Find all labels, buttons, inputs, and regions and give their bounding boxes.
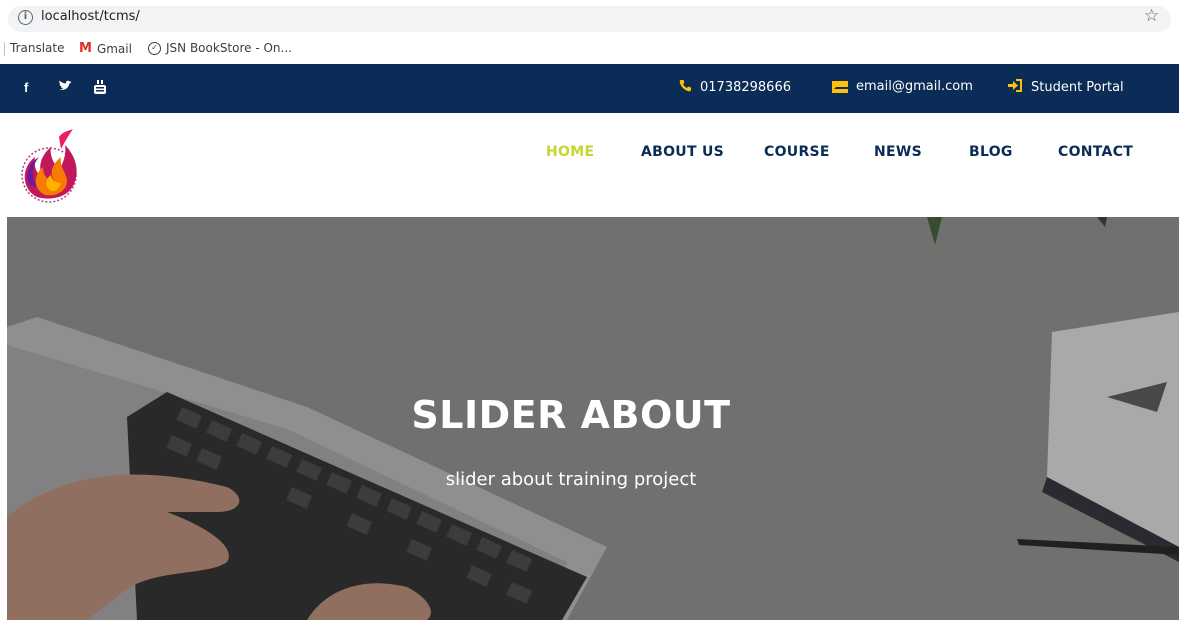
bookmark-label: Translate <box>10 41 65 55</box>
youtube-icon[interactable] <box>94 80 106 97</box>
envelope-icon <box>832 80 850 93</box>
bookmark-label: Gmail <box>96 41 132 56</box>
bookmark-label: JSN BookStore - On... <box>166 41 292 55</box>
url-text[interactable]: localhost/tcms/ <box>41 9 140 24</box>
hero-slider: SLIDER ABOUT slider about training proje… <box>7 217 1179 620</box>
facebook-icon[interactable]: f <box>24 80 28 95</box>
phone-contact[interactable]: 01738298666 <box>679 79 791 96</box>
nav-contact[interactable]: CONTACT <box>1058 144 1133 160</box>
nav-home[interactable]: HOME <box>546 144 594 160</box>
address-bar[interactable] <box>8 6 1171 32</box>
email-address: email@gmail.com <box>856 79 973 94</box>
nav-news[interactable]: NEWS <box>874 144 922 160</box>
bookmark-divider <box>4 42 5 56</box>
info-icon[interactable]: i <box>18 10 33 25</box>
bookmarks-bar: Translate M Gmail ✓ JSN BookStore - On..… <box>0 34 1179 64</box>
gmail-icon: M <box>79 41 92 56</box>
nav-about-us[interactable]: ABOUT US <box>641 144 724 160</box>
phone-number: 01738298666 <box>700 80 791 95</box>
sign-in-icon <box>1008 79 1023 96</box>
hero-subtitle: slider about training project <box>445 469 697 490</box>
site-logo[interactable] <box>15 127 87 205</box>
phone-icon <box>679 79 692 96</box>
star-icon[interactable]: ☆ <box>1144 6 1159 26</box>
bookmark-jsn-bookstore[interactable]: ✓ JSN BookStore - On... <box>148 41 292 55</box>
student-portal-link[interactable]: Student Portal <box>1008 79 1124 96</box>
bookmark-gmail[interactable]: M Gmail <box>79 41 132 56</box>
hero-title: SLIDER ABOUT <box>411 393 731 437</box>
email-contact[interactable]: email@gmail.com <box>832 79 973 94</box>
check-circle-icon: ✓ <box>148 41 161 55</box>
nav-course[interactable]: COURSE <box>764 144 830 160</box>
top-info-bar: f 01738298666 email@gmail.com Student Po… <box>0 64 1179 113</box>
nav-blog[interactable]: BLOG <box>969 144 1013 160</box>
browser-address-row: i localhost/tcms/ ☆ <box>0 0 1179 34</box>
bookmark-translate[interactable]: Translate <box>10 41 65 55</box>
student-portal-label: Student Portal <box>1031 80 1124 95</box>
twitter-icon[interactable] <box>58 80 72 95</box>
site-header: HOME ABOUT US COURSE NEWS BLOG CONTACT <box>0 113 1179 217</box>
